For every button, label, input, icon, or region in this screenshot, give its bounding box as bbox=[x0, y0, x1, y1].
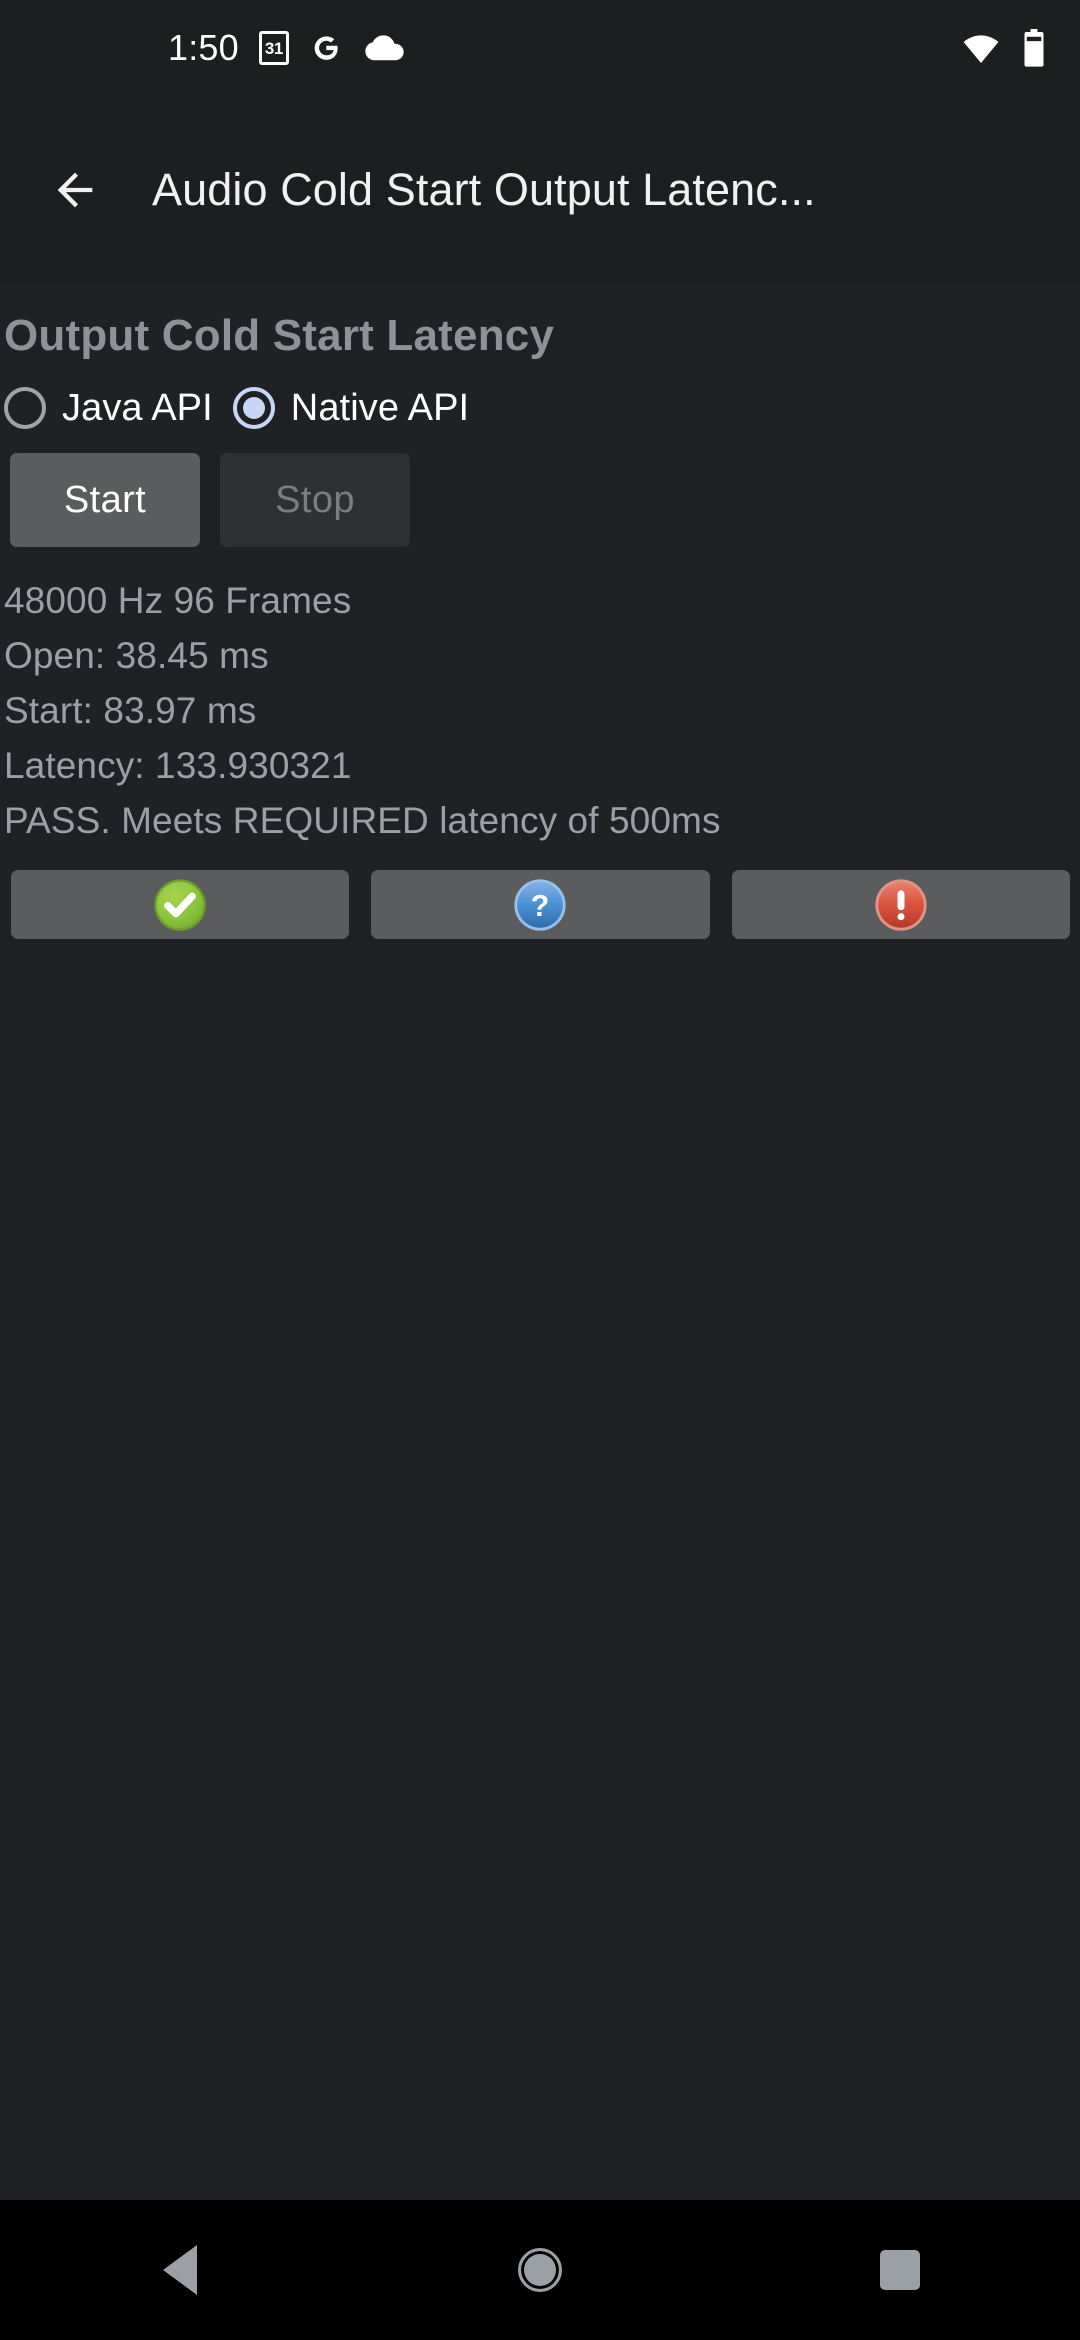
navigation-bar bbox=[0, 2200, 1080, 2340]
info-button[interactable]: ? bbox=[371, 870, 710, 939]
status-clock: 1:50 bbox=[168, 27, 239, 68]
nav-back-button[interactable] bbox=[80, 2200, 280, 2340]
info-question-icon: ? bbox=[514, 878, 567, 931]
radio-button-java-api[interactable] bbox=[4, 387, 46, 429]
api-radio-group: Java API Native API bbox=[4, 387, 1080, 429]
home-circle-icon bbox=[518, 2248, 562, 2292]
radio-option-java-api[interactable]: Java API bbox=[4, 387, 213, 429]
results-text-block: 48000 Hz 96 Frames Open: 38.45 ms Start:… bbox=[4, 573, 1080, 848]
fail-button[interactable] bbox=[731, 870, 1070, 939]
nav-home-button[interactable] bbox=[440, 2200, 640, 2340]
recents-square-icon bbox=[880, 2250, 920, 2290]
radio-label-java-api: Java API bbox=[62, 387, 213, 429]
radio-option-native-api[interactable]: Native API bbox=[232, 387, 470, 429]
result-line-sample-rate: 48000 Hz 96 Frames bbox=[4, 580, 352, 621]
pass-check-icon bbox=[154, 878, 206, 931]
main-content: Output Cold Start Latency Java API Nativ… bbox=[0, 283, 1080, 2200]
battery-icon bbox=[1022, 29, 1046, 67]
radio-button-native-api[interactable] bbox=[232, 387, 275, 429]
pass-button[interactable] bbox=[11, 870, 350, 939]
result-line-start: Start: 83.97 ms bbox=[4, 690, 257, 731]
result-line-open: Open: 38.45 ms bbox=[4, 635, 269, 676]
cloud-icon bbox=[363, 33, 405, 63]
stop-button: Stop bbox=[220, 453, 410, 547]
section-title: Output Cold Start Latency bbox=[4, 311, 555, 360]
back-arrow-icon bbox=[57, 172, 93, 207]
result-line-latency: Latency: 133.930321 bbox=[4, 745, 352, 786]
status-bar-left-group: 1:50 31 bbox=[168, 30, 405, 66]
page-title: Audio Cold Start Output Latenc... bbox=[152, 163, 816, 215]
back-triangle-icon bbox=[163, 2245, 197, 2295]
verdict-button-row: ? bbox=[11, 870, 1070, 939]
svg-text:?: ? bbox=[531, 890, 550, 923]
wifi-icon bbox=[962, 31, 1000, 65]
status-bar: 1:50 31 bbox=[0, 0, 1080, 96]
start-button[interactable]: Start bbox=[10, 453, 200, 547]
app-bar: Audio Cold Start Output Latenc... bbox=[0, 96, 1080, 283]
status-bar-right-group bbox=[962, 29, 1046, 67]
result-line-verdict: PASS. Meets REQUIRED latency of 500ms bbox=[4, 800, 721, 841]
nav-recents-button[interactable] bbox=[800, 2200, 1000, 2340]
calendar-day-number: 31 bbox=[264, 38, 283, 58]
radio-label-native-api: Native API bbox=[290, 387, 470, 429]
test-controls: Start Stop bbox=[10, 453, 1080, 547]
calendar-icon: 31 bbox=[258, 31, 289, 65]
fail-exclamation-icon bbox=[875, 878, 927, 931]
phone-screen: 1:50 31 Audio Cold Start Output Latenc..… bbox=[0, 0, 1080, 2340]
google-icon bbox=[309, 31, 343, 65]
back-button[interactable] bbox=[20, 135, 130, 245]
